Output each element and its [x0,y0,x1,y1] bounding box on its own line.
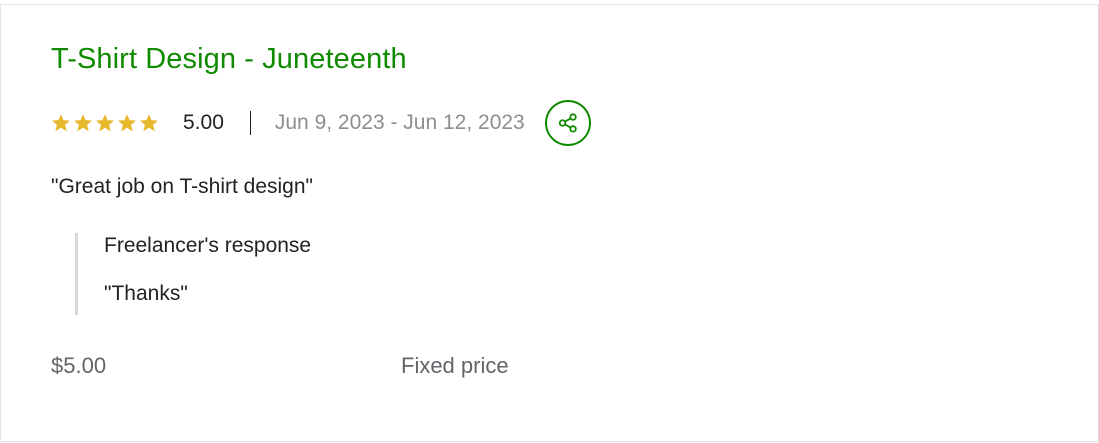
freelancer-response: Freelancer's response "Thanks" [75,233,578,315]
star-icon [95,113,115,133]
review-meta: 5.00 Jun 9, 2023 - Jun 12, 2023 [51,97,591,149]
star-icon [73,113,93,133]
star-icon [139,113,159,133]
client-feedback: "Great job on T-shirt design" [51,175,313,198]
date-range: Jun 9, 2023 - Jun 12, 2023 [274,111,525,134]
divider [249,111,251,135]
star-rating [51,113,159,133]
job-title-link[interactable]: T-Shirt Design - Juneteenth [51,43,407,76]
star-icon [51,113,71,133]
review-card: T-Shirt Design - Juneteenth 5.00 Jun 9, … [0,4,1099,442]
share-icon [558,113,577,133]
response-heading: Freelancer's response [104,234,312,257]
response-text: "Thanks" [104,282,188,305]
rating-value: 5.00 [183,111,224,134]
star-icon [117,113,137,133]
price: $5.00 [51,353,107,378]
price-type: Fixed price [401,353,509,378]
share-button[interactable] [544,100,591,146]
